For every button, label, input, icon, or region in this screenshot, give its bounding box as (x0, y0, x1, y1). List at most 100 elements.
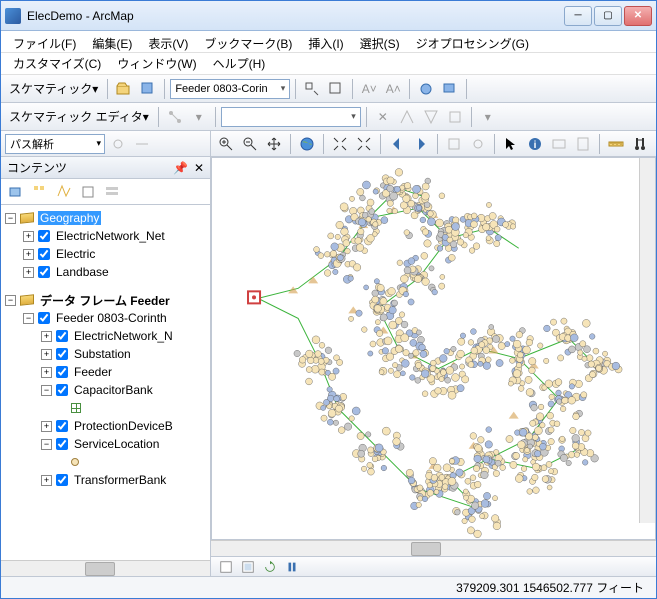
back-icon[interactable] (386, 133, 408, 155)
maximize-button[interactable]: ▢ (594, 6, 622, 26)
menu-insert[interactable]: 挿入(I) (304, 33, 347, 54)
font-small-icon[interactable]: A˅ (358, 78, 380, 100)
data-view-icon[interactable] (217, 559, 235, 575)
tree-expand-icon[interactable]: + (41, 367, 52, 378)
ed-c-icon[interactable] (420, 106, 442, 128)
tree-sub4-label[interactable]: ProtectionDeviceB (72, 419, 175, 433)
menu-view[interactable]: 表示(V) (144, 33, 192, 54)
editor-dropdown[interactable] (221, 107, 361, 127)
tool-d-icon[interactable] (439, 78, 461, 100)
tree-collapse-icon[interactable]: − (23, 313, 34, 324)
editor-tool1-icon[interactable] (164, 106, 186, 128)
toc-tab5-icon[interactable] (101, 181, 123, 203)
menu-bookmarks[interactable]: ブックマーク(B) (200, 33, 296, 54)
tree-sub0-label[interactable]: ElectricNetwork_N (72, 329, 175, 343)
chk-sub3[interactable] (56, 384, 68, 396)
toc-hscroll[interactable] (1, 560, 210, 576)
full-extent-icon[interactable] (329, 133, 351, 155)
close-button[interactable]: ✕ (624, 6, 652, 26)
menu-file[interactable]: ファイル(F) (9, 33, 80, 54)
chk-landbase[interactable] (38, 266, 50, 278)
chk-sub4[interactable] (56, 420, 68, 432)
chk-sub0[interactable] (56, 330, 68, 342)
chk-sub1[interactable] (56, 348, 68, 360)
menu-selection[interactable]: 選択(S) (356, 33, 404, 54)
chk-electric[interactable] (38, 248, 50, 260)
toc-tab2-icon[interactable] (29, 181, 51, 203)
tree-expand-icon[interactable]: + (41, 331, 52, 342)
chk-sub2[interactable] (56, 366, 68, 378)
pan-icon[interactable] (263, 133, 285, 155)
layout-view-icon[interactable] (239, 559, 257, 575)
tree-frame-label[interactable]: データ フレーム Feeder (38, 292, 172, 309)
tree-collapse-icon[interactable]: − (41, 439, 52, 450)
tree-expand-icon[interactable]: + (23, 231, 34, 242)
map-tool-c-icon[interactable] (548, 133, 570, 155)
find-icon[interactable] (629, 133, 651, 155)
analysis-dropdown[interactable]: パス解析 (5, 134, 105, 154)
menu-window[interactable]: ウィンドウ(W) (113, 53, 200, 74)
tool-a-icon[interactable] (301, 78, 323, 100)
chk-sub6[interactable] (56, 474, 68, 486)
chk-sub5[interactable] (56, 438, 68, 450)
tool-c-icon[interactable] (415, 78, 437, 100)
map-canvas[interactable] (211, 157, 656, 540)
map-hscroll[interactable] (211, 540, 656, 556)
tree-sub5-label[interactable]: ServiceLocation (72, 437, 161, 451)
tree-expand-icon[interactable]: + (41, 421, 52, 432)
tree-expand-icon[interactable]: + (41, 349, 52, 360)
zoom-in-icon[interactable] (215, 133, 237, 155)
toc-tab4-icon[interactable] (77, 181, 99, 203)
tree-expand-icon[interactable]: + (41, 475, 52, 486)
tree-expand-icon[interactable]: + (23, 249, 34, 260)
open-schematic-icon[interactable] (113, 78, 135, 100)
select-arrow-icon[interactable] (500, 133, 522, 155)
tree-collapse-icon[interactable]: − (5, 213, 16, 224)
tree-landbase-label[interactable]: Landbase (54, 265, 111, 279)
tree-sub6-label[interactable]: TransformerBank (72, 473, 168, 487)
tree-collapse-icon[interactable]: − (5, 295, 16, 306)
chk-elecnet[interactable] (38, 230, 50, 242)
analysis-tool1-icon[interactable] (107, 133, 129, 155)
pin-icon[interactable]: 📌 (173, 161, 188, 175)
tool-b-icon[interactable] (325, 78, 347, 100)
analysis-tool2-icon[interactable] (131, 133, 153, 155)
menu-customize[interactable]: カスタマイズ(C) (9, 53, 105, 74)
menu-help[interactable]: ヘルプ(H) (209, 53, 270, 74)
forward-icon[interactable] (410, 133, 432, 155)
identify-icon[interactable]: i (524, 133, 546, 155)
tree-collapse-icon[interactable]: − (41, 385, 52, 396)
zoom-out-icon[interactable] (239, 133, 261, 155)
tree-feeder-label[interactable]: Feeder 0803-Corinth (54, 311, 169, 325)
refresh-schematic-icon[interactable] (137, 78, 159, 100)
tree-expand-icon[interactable]: + (23, 267, 34, 278)
tree-geography-label[interactable]: Geography (38, 211, 101, 225)
font-large-icon[interactable]: A˄ (382, 78, 404, 100)
map-tool-a-icon[interactable] (443, 133, 465, 155)
fixed-zoom-icon[interactable] (353, 133, 375, 155)
toc-tab1-icon[interactable] (5, 181, 27, 203)
menu-edit[interactable]: 編集(E) (88, 33, 136, 54)
editor-tool2-icon[interactable]: ▾ (188, 106, 210, 128)
refresh-view-icon[interactable] (261, 559, 279, 575)
measure-icon[interactable] (605, 133, 627, 155)
tree-sub3-label[interactable]: CapacitorBank (72, 383, 155, 397)
feeder-dropdown[interactable]: Feeder 0803-Corin (170, 79, 290, 99)
ed-a-icon[interactable]: ✕ (372, 106, 394, 128)
toc-close-icon[interactable]: ✕ (194, 161, 204, 175)
minimize-button[interactable]: ─ (564, 6, 592, 26)
chk-feeder[interactable] (38, 312, 50, 324)
map-tool-b-icon[interactable] (467, 133, 489, 155)
map-vscroll[interactable] (639, 158, 655, 523)
menu-geoprocessing[interactable]: ジオプロセシング(G) (412, 33, 533, 54)
pause-view-icon[interactable] (283, 559, 301, 575)
ed-e-icon[interactable]: ▾ (477, 106, 499, 128)
tree-elecnet-label[interactable]: ElectricNetwork_Net (54, 229, 167, 243)
toc-tab3-icon[interactable] (53, 181, 75, 203)
tree-sub2-label[interactable]: Feeder (72, 365, 114, 379)
ed-b-icon[interactable] (396, 106, 418, 128)
tree-electric-label[interactable]: Electric (54, 247, 97, 261)
globe-icon[interactable] (296, 133, 318, 155)
tree-sub1-label[interactable]: Substation (72, 347, 133, 361)
map-tool-d-icon[interactable] (572, 133, 594, 155)
